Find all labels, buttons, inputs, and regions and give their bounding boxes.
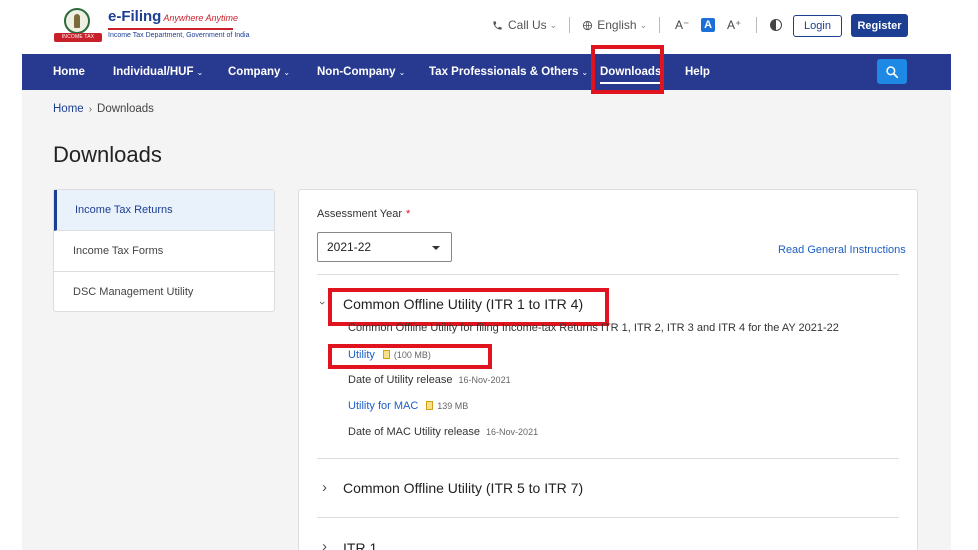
- chevron-down-icon: ⌄: [196, 68, 204, 77]
- nav-help[interactable]: Help: [685, 54, 710, 90]
- nav-non-company[interactable]: Non-Company ⌄: [317, 54, 405, 90]
- accordion-title-itr5-7[interactable]: Common Offline Utility (ITR 5 to ITR 7): [343, 480, 583, 496]
- caret-down-icon: [432, 246, 440, 250]
- call-us-label: Call Us: [508, 18, 547, 32]
- breadcrumb-home[interactable]: Home: [53, 103, 84, 115]
- chevron-right-icon[interactable]: ›: [322, 479, 327, 496]
- mac-utility-size: 139 MB: [437, 401, 469, 411]
- release-label: Date of Utility release: [348, 374, 453, 386]
- zip-file-icon: [382, 350, 390, 359]
- mac-utility-row: Utility for MAC 139 MB: [348, 400, 468, 412]
- nav-company[interactable]: Company ⌄: [228, 54, 290, 90]
- assessment-year-select[interactable]: 2021-22: [317, 232, 452, 262]
- breadcrumb: Home › Downloads: [53, 103, 154, 115]
- logo-title: e-Filing: [108, 8, 162, 25]
- utility-release-row: Date of Utility release 16-Nov-2021: [348, 374, 511, 386]
- font-increase-button[interactable]: A⁺: [725, 16, 743, 34]
- assessment-year-label: Assessment Year *: [317, 208, 411, 220]
- mac-release-label: Date of MAC Utility release: [348, 426, 481, 438]
- logo-subtitle: Income Tax Department, Government of Ind…: [108, 32, 250, 39]
- logo-tagline: Anywhere Anytime: [163, 13, 239, 23]
- utility-bar: Call Us ⌄ English ⌄ A⁻ A A⁺: [480, 14, 797, 36]
- assessment-year-value: 2021-22: [327, 240, 372, 254]
- chevron-down-icon: ⌄: [639, 19, 648, 30]
- language-label: English: [597, 18, 637, 32]
- phone-icon: [493, 20, 502, 30]
- search-button[interactable]: [877, 59, 907, 84]
- required-marker: *: [406, 208, 411, 220]
- chevron-down-icon: ⌄: [398, 68, 406, 77]
- sidebar-item-income-tax-returns[interactable]: Income Tax Returns: [54, 190, 274, 231]
- breadcrumb-separator: ›: [88, 104, 93, 115]
- chevron-down-icon: ⌄: [581, 68, 589, 77]
- divider: [317, 274, 899, 275]
- efiling-logo[interactable]: INCOME TAX DEPARTMENT e-Filing Anywhere A…: [54, 8, 250, 49]
- contrast-toggle-icon[interactable]: [770, 19, 783, 31]
- nav-downloads[interactable]: Downloads: [600, 54, 662, 90]
- release-date: 16-Nov-2021: [458, 375, 511, 385]
- divider: [317, 458, 899, 459]
- nav-tax-professionals[interactable]: Tax Professionals & Others ⌄: [429, 54, 588, 90]
- breadcrumb-current: Downloads: [97, 103, 154, 115]
- read-general-instructions-link[interactable]: Read General Instructions: [778, 244, 906, 256]
- globe-icon: [583, 20, 593, 30]
- nav-individual-huf[interactable]: Individual/HUF ⌄: [113, 54, 203, 90]
- language-dropdown[interactable]: English ⌄: [570, 14, 659, 36]
- call-us-dropdown[interactable]: Call Us ⌄: [480, 14, 569, 36]
- downloads-sidebar: Income Tax Returns Income Tax Forms DSC …: [53, 189, 275, 312]
- accordion-title-itr1[interactable]: ITR 1: [343, 540, 377, 550]
- utility-size: (100 MB): [393, 350, 431, 360]
- divider: [317, 517, 899, 518]
- chevron-right-icon[interactable]: ›: [322, 538, 327, 550]
- register-button[interactable]: Register: [851, 14, 908, 37]
- utility-download-link[interactable]: Utility: [348, 349, 375, 361]
- chevron-down-icon: ⌄: [549, 19, 558, 30]
- main-nav: Home Individual/HUF ⌄ Company ⌄ Non-Compan…: [22, 54, 951, 90]
- sidebar-item-income-tax-forms[interactable]: Income Tax Forms: [54, 231, 274, 272]
- emblem-ribbon: INCOME TAX DEPARTMENT: [54, 33, 102, 49]
- zip-file-icon: [426, 401, 434, 410]
- national-emblem-icon: INCOME TAX DEPARTMENT: [54, 8, 102, 49]
- mac-release-row: Date of MAC Utility release 16-Nov-2021: [348, 426, 538, 438]
- nav-home[interactable]: Home: [53, 54, 85, 90]
- mac-release-date: 16-Nov-2021: [486, 427, 539, 437]
- utility-row: Utility (100 MB): [348, 349, 431, 361]
- login-button[interactable]: Login: [793, 15, 842, 37]
- page-title: Downloads: [53, 142, 162, 167]
- chevron-down-icon[interactable]: ›: [316, 301, 328, 305]
- search-icon: [886, 65, 899, 78]
- font-normal-button[interactable]: A: [701, 18, 716, 32]
- chevron-down-icon: ⌄: [283, 68, 291, 77]
- top-bar: INCOME TAX DEPARTMENT e-Filing Anywhere A…: [0, 0, 978, 54]
- sidebar-item-dsc-management-utility[interactable]: DSC Management Utility: [54, 272, 274, 313]
- mac-utility-download-link[interactable]: Utility for MAC: [348, 400, 418, 412]
- accordion-description: Common Offline Utility for filing Income…: [348, 322, 839, 334]
- accordion-title-itr1-4[interactable]: Common Offline Utility (ITR 1 to ITR 4): [343, 296, 583, 312]
- font-decrease-button[interactable]: A⁻: [673, 16, 691, 34]
